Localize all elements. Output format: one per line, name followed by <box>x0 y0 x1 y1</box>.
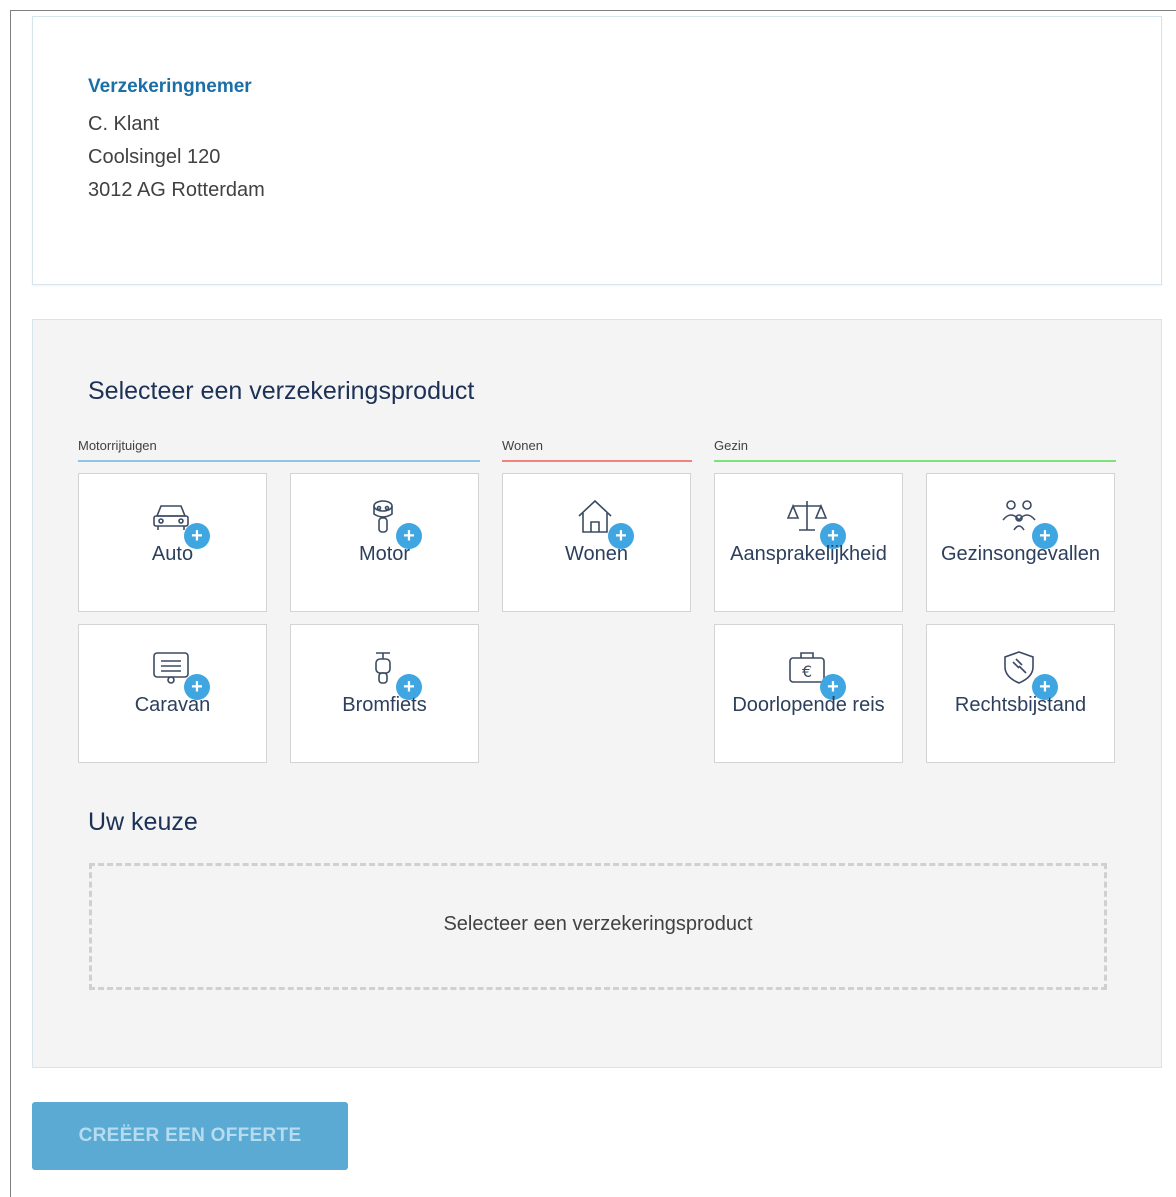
product-tile-motor[interactable]: + Motor <box>290 473 479 612</box>
product-selection-title: Selecteer een verzekeringsproduct <box>88 377 475 405</box>
product-label: Motor <box>358 543 411 565</box>
policyholder-card: Verzekeringnemer C. Klant Coolsingel 120… <box>32 16 1162 285</box>
category-label-gezin: Gezin <box>714 438 748 453</box>
product-tile-wonen[interactable]: + Wonen <box>502 473 691 612</box>
category-line-wonen <box>502 460 692 462</box>
product-label: Auto <box>151 543 194 565</box>
product-label: Doorlopende reis <box>732 694 885 716</box>
product-tile-aansprakelijkheid[interactable]: + Aansprakelijkheid <box>714 473 903 612</box>
choice-title: Uw keuze <box>88 808 198 836</box>
product-tile-auto[interactable]: + Auto <box>78 473 267 612</box>
product-tile-gezinsongevallen[interactable]: + Gezinsongevallen <box>926 473 1115 612</box>
category-line-gezin <box>714 460 1116 462</box>
create-quote-button[interactable]: CREËER EEN OFFERTE <box>32 1102 348 1170</box>
svg-text:€: € <box>802 662 812 681</box>
product-label: Wonen <box>564 543 628 565</box>
product-label: Gezinsongevallen <box>941 543 1100 565</box>
product-label: Caravan <box>134 694 211 716</box>
product-selection-panel: Selecteer een verzekeringsproduct Motorr… <box>32 319 1162 1068</box>
product-label: Bromfiets <box>342 694 427 716</box>
choice-dropzone: Selecteer een verzekeringsproduct <box>89 863 1107 990</box>
product-tile-caravan[interactable]: + Caravan <box>78 624 267 763</box>
policyholder-title: Verzekeringnemer <box>88 76 252 97</box>
category-label-motorrijtuigen: Motorrijtuigen <box>78 438 157 453</box>
product-label: Rechtsbijstand <box>954 694 1087 716</box>
category-line-motorrijtuigen <box>78 460 480 462</box>
product-tile-bromfiets[interactable]: + Bromfiets <box>290 624 479 763</box>
policyholder-name: C. Klant <box>88 113 160 135</box>
product-label: Aansprakelijkheid <box>730 543 887 565</box>
policyholder-city: 3012 AG Rotterdam <box>88 179 265 201</box>
category-label-wonen: Wonen <box>502 438 543 453</box>
policyholder-street: Coolsingel 120 <box>88 146 221 168</box>
choice-placeholder: Selecteer een verzekeringsproduct <box>443 913 753 935</box>
product-tile-rechtsbijstand[interactable]: + Rechtsbijstand <box>926 624 1115 763</box>
product-tile-doorlopende-reis[interactable]: € + Doorlopende reis <box>714 624 903 763</box>
